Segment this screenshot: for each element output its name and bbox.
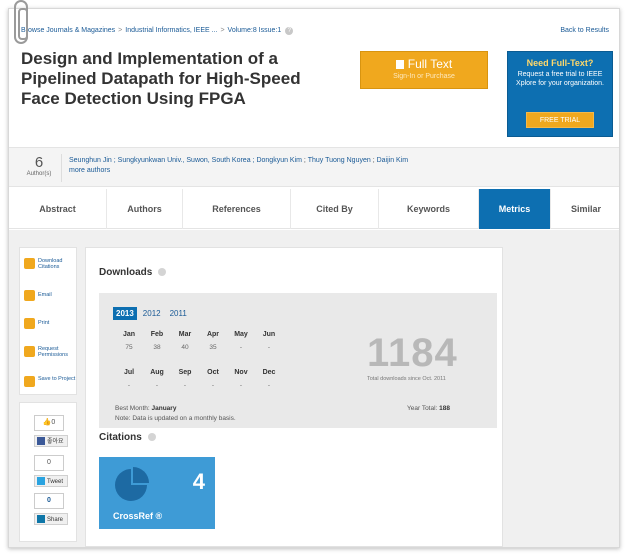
help-icon[interactable] xyxy=(147,433,156,441)
full-text-button[interactable]: Full Text Sign-In or Purchase xyxy=(360,51,488,89)
permissions-icon xyxy=(24,346,35,357)
month-downloads-value: - xyxy=(127,382,131,389)
month-downloads-value: 40 xyxy=(181,344,189,351)
month-label: Apr xyxy=(206,331,220,338)
month-label: Dec xyxy=(262,369,276,376)
author-link[interactable]: Thuy Tuong Nguyen xyxy=(308,157,371,164)
free-trial-promo: Need Full-Text? Request a free trial to … xyxy=(507,51,613,137)
like-count: 👍0 xyxy=(34,415,64,431)
month-label: Mar xyxy=(178,331,192,338)
twitter-icon xyxy=(37,477,45,485)
tab-cited-by[interactable]: Cited By xyxy=(291,189,379,229)
downloads-heading: Downloads xyxy=(99,267,167,278)
month-downloads-value: - xyxy=(155,382,159,389)
full-text-sublabel: Sign-In or Purchase xyxy=(393,73,455,80)
tweet-count: 0 xyxy=(34,455,64,471)
month-downloads-value: 38 xyxy=(153,344,161,351)
pie-chart-icon xyxy=(115,467,149,501)
total-downloads: 1184 xyxy=(367,331,458,375)
month-downloads-value: - xyxy=(183,382,187,389)
help-icon[interactable]: ? xyxy=(285,27,294,35)
citation-count: 4 xyxy=(192,469,205,494)
year-2011[interactable]: 2011 xyxy=(167,307,190,320)
document-icon xyxy=(395,60,404,69)
promo-text: Request a free trial to IEEE Xplore for … xyxy=(516,71,604,87)
facebook-icon xyxy=(37,437,45,445)
month-label: Nov xyxy=(234,369,248,376)
page-frame: Browse Journals & Magazines > Industrial I… xyxy=(8,8,620,548)
authors-bar: 6 Author(s) Seunghun Jin ; Sungkyunkwan … xyxy=(9,147,619,187)
save-icon xyxy=(24,376,35,387)
linkedin-icon xyxy=(37,515,45,523)
breadcrumb-journal[interactable]: Industrial Informatics, IEEE ... xyxy=(125,27,217,34)
tab-keywords[interactable]: Keywords xyxy=(379,189,479,229)
help-icon[interactable] xyxy=(158,268,167,276)
crossref-label: CrossRef ® xyxy=(113,511,163,521)
social-panel: 👍0 좋아요 0 Tweet 0 Share xyxy=(19,402,77,542)
month-downloads-value: - xyxy=(211,382,215,389)
article-title: Design and Implementation of a Pipelined… xyxy=(21,49,301,108)
month-downloads-value: 35 xyxy=(209,344,217,351)
download-icon xyxy=(24,258,35,269)
tab-abstract[interactable]: Abstract xyxy=(9,189,107,229)
tab-similar[interactable]: Similar xyxy=(551,189,619,229)
author-link[interactable]: Daijin Kim xyxy=(377,157,409,164)
month-downloads-value: 75 xyxy=(125,344,133,351)
tab-metrics[interactable]: Metrics xyxy=(479,189,551,229)
tab-bar: Abstract Authors References Cited By Key… xyxy=(9,189,619,229)
month-label: May xyxy=(234,331,248,338)
month-downloads-value: - xyxy=(267,344,271,351)
back-to-results-link[interactable]: Back to Results xyxy=(560,27,609,34)
crossref-citations-box[interactable]: 4 CrossRef ® xyxy=(99,457,215,529)
month-downloads-value: - xyxy=(267,382,271,389)
best-month: Best Month: January xyxy=(115,405,177,412)
more-authors-link[interactable]: more authors xyxy=(69,167,110,174)
month-downloads-value: - xyxy=(239,344,243,351)
tweet-button[interactable]: Tweet xyxy=(34,475,68,487)
month-downloads-value: - xyxy=(239,382,243,389)
month-label: Jul xyxy=(123,369,135,376)
downloads-box: 2013 2012 2011 Jan 75 Feb 38 Mar 40 Apr 35 May - Jun… xyxy=(99,293,497,428)
breadcrumb-issue[interactable]: Volume:8 Issue:1 xyxy=(228,27,282,34)
year-2012[interactable]: 2012 xyxy=(140,307,164,320)
like-button[interactable]: 좋아요 xyxy=(34,435,68,447)
year-selector: 2013 2012 2011 xyxy=(113,307,193,320)
year-total: Year Total: 188 xyxy=(407,405,451,412)
update-note: Note: Data is updated on a monthly basis… xyxy=(115,415,236,422)
month-label: Sep xyxy=(178,369,192,376)
month-label: Oct xyxy=(207,369,219,376)
breadcrumb-browse[interactable]: Browse Journals & Magazines xyxy=(21,27,115,34)
author-link[interactable]: Dongkyun Kim xyxy=(256,157,302,164)
linkedin-share-button[interactable]: Share xyxy=(34,513,68,525)
paper-clip-decoration xyxy=(14,0,28,44)
author-first[interactable]: Seunghun Jin ; Sungkyunkwan Univ., Suwon… xyxy=(69,157,255,164)
tab-references[interactable]: References xyxy=(183,189,291,229)
authors-count: 6 Author(s) xyxy=(26,154,52,177)
month-label: Aug xyxy=(150,369,164,376)
month-label: Feb xyxy=(150,331,164,338)
breadcrumb: Browse Journals & Magazines > Industrial I… xyxy=(21,27,294,35)
citations-heading: Citations xyxy=(99,432,156,443)
tab-authors[interactable]: Authors xyxy=(107,189,183,229)
email-icon xyxy=(24,290,35,301)
year-2013[interactable]: 2013 xyxy=(113,307,137,320)
print-icon xyxy=(24,318,35,329)
month-label: Jun xyxy=(262,331,276,338)
promo-heading: Need Full-Text? xyxy=(526,58,594,68)
month-label: Jan xyxy=(122,331,136,338)
authors-list: Seunghun Jin ; Sungkyunkwan Univ., Suwon… xyxy=(69,157,409,174)
tools-panel: Download Citations Email Print Request P… xyxy=(19,247,77,395)
free-trial-button[interactable]: FREE TRIAL xyxy=(526,112,594,128)
divider xyxy=(61,154,62,182)
total-downloads-caption: Total downloads since Oct. 2011 xyxy=(367,376,446,382)
share-count: 0 xyxy=(34,493,64,509)
